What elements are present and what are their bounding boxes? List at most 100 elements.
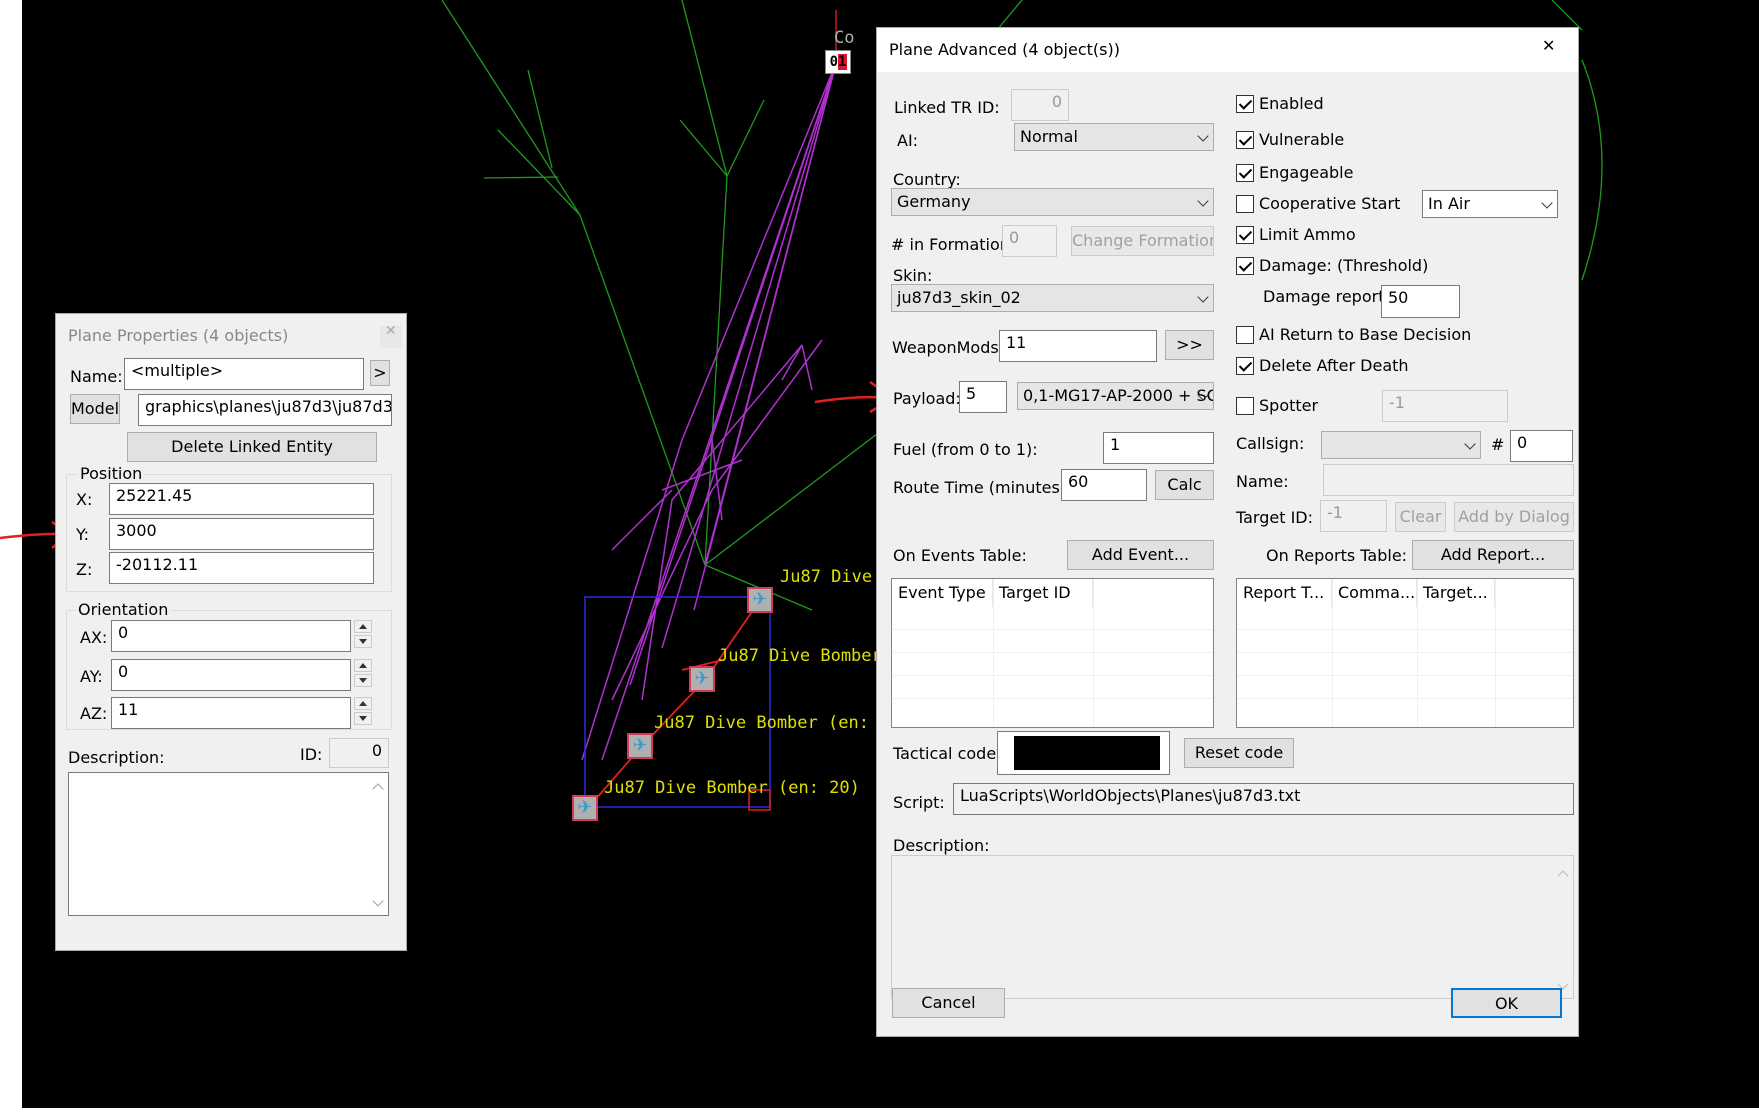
engageable-label: Engageable: [1259, 163, 1354, 182]
id-field[interactable]: 0: [329, 738, 389, 768]
engageable-checkbox[interactable]: [1236, 164, 1254, 182]
scroll-down-icon[interactable]: [372, 895, 384, 907]
clear-button[interactable]: Clear: [1395, 502, 1446, 532]
limit-ammo-label: Limit Ammo: [1259, 225, 1356, 244]
chevron-down-icon: [1197, 130, 1209, 142]
y-field[interactable]: 3000: [109, 518, 374, 550]
z-field[interactable]: -20112.11: [109, 552, 374, 584]
az-field[interactable]: 11: [111, 697, 351, 729]
payload-select-value: 0,1-MG17-AP-2000 + SC250: [1023, 386, 1213, 405]
cancel-button[interactable]: Cancel: [892, 988, 1005, 1018]
ok-button[interactable]: OK: [1451, 988, 1562, 1018]
tactical-code-field[interactable]: [997, 731, 1170, 775]
scroll-up-icon[interactable]: [1557, 870, 1569, 882]
name-field[interactable]: <multiple>: [124, 358, 364, 390]
change-formation-button[interactable]: Change Formation: [1071, 226, 1214, 256]
scroll-up-icon[interactable]: [372, 783, 384, 795]
callsign-number-field[interactable]: 0: [1510, 430, 1573, 462]
cooperative-start-label: Cooperative Start: [1259, 194, 1401, 213]
name-label: Name:: [70, 367, 123, 386]
ai-select[interactable]: Normal: [1014, 123, 1214, 151]
callsign-label: Callsign:: [1236, 434, 1305, 453]
country-label: Country:: [893, 170, 961, 189]
country-select-value: Germany: [897, 192, 971, 211]
add-report-button[interactable]: Add Report...: [1412, 540, 1574, 570]
ax-field[interactable]: 0: [111, 620, 351, 652]
description-label: Description:: [68, 748, 165, 767]
script-field[interactable]: LuaScripts\WorldObjects\Planes\ju87d3.tx…: [953, 783, 1574, 815]
reports-col-report-type[interactable]: Report T...: [1237, 579, 1332, 607]
reports-col-command[interactable]: Comma...: [1332, 579, 1417, 607]
ay-field[interactable]: 0: [111, 659, 351, 691]
spotter-checkbox[interactable]: [1236, 397, 1254, 415]
delete-after-death-checkbox[interactable]: [1236, 357, 1254, 375]
reports-col-target[interactable]: Target...: [1417, 579, 1495, 607]
spin-down-icon[interactable]: [354, 674, 372, 687]
enabled-checkbox[interactable]: [1236, 95, 1254, 113]
country-select[interactable]: Germany: [891, 188, 1214, 216]
vulnerable-checkbox[interactable]: [1236, 131, 1254, 149]
route-time-field[interactable]: 60: [1061, 469, 1147, 501]
in-formation-field[interactable]: 0: [1002, 225, 1057, 257]
target-id-field[interactable]: -1: [1320, 500, 1387, 532]
payload-select[interactable]: 0,1-MG17-AP-2000 + SC250: [1017, 382, 1214, 410]
description-textarea[interactable]: [891, 855, 1574, 999]
in-formation-label: # in Formation:: [891, 235, 1016, 254]
weaponmods-field[interactable]: 11: [999, 330, 1157, 362]
model-field[interactable]: graphics\planes\ju87d3\ju87d3.mgm: [138, 394, 392, 426]
callsign-select[interactable]: [1321, 431, 1481, 459]
ai-return-checkbox[interactable]: [1236, 326, 1254, 344]
chevron-down-icon: [1541, 197, 1553, 209]
reports-table[interactable]: Report T... Comma... Target...: [1236, 578, 1574, 728]
cooperative-start-select[interactable]: In Air: [1422, 190, 1558, 218]
skin-select[interactable]: ju87d3_skin_02: [891, 284, 1214, 312]
ai-label: AI:: [897, 131, 919, 150]
linked-tr-id-field[interactable]: 0: [1011, 89, 1069, 121]
on-reports-label: On Reports Table:: [1266, 546, 1408, 565]
linked-tr-id-label: Linked TR ID:: [894, 98, 1000, 117]
close-icon[interactable]: ✕: [1542, 36, 1555, 55]
weaponmods-button[interactable]: >>: [1165, 330, 1214, 360]
properties-close-button[interactable]: ✕: [380, 323, 402, 348]
ay-label: AY:: [80, 667, 103, 686]
spotter-label: Spotter: [1259, 396, 1319, 415]
skin-label: Skin:: [893, 266, 933, 285]
cooperative-start-checkbox[interactable]: [1236, 195, 1254, 213]
ay-spinner[interactable]: [354, 659, 372, 689]
spin-up-icon[interactable]: [354, 697, 372, 710]
events-col-target-id[interactable]: Target ID: [993, 579, 1093, 607]
calc-button[interactable]: Calc: [1155, 470, 1214, 500]
events-table[interactable]: Event Type Target ID: [891, 578, 1214, 728]
ax-spinner[interactable]: [354, 620, 372, 650]
add-event-button[interactable]: Add Event...: [1067, 540, 1214, 570]
reset-code-button[interactable]: Reset code: [1184, 738, 1294, 768]
damage-report-field[interactable]: 50: [1381, 285, 1460, 318]
spin-down-icon[interactable]: [354, 712, 372, 725]
add-by-dialog-button[interactable]: Add by Dialog: [1454, 502, 1574, 532]
delete-linked-entity-button[interactable]: Delete Linked Entity: [127, 432, 377, 462]
az-spinner[interactable]: [354, 697, 372, 727]
description-textarea[interactable]: [68, 772, 389, 916]
properties-titlebar[interactable]: Plane Properties (4 objects) ✕: [56, 314, 406, 358]
damage-threshold-label: Damage: (Threshold): [1259, 256, 1429, 275]
events-col-event-type[interactable]: Event Type: [892, 579, 993, 607]
spin-down-icon[interactable]: [354, 635, 372, 648]
model-button[interactable]: Model: [70, 394, 120, 424]
position-label: Position: [78, 464, 145, 483]
chevron-down-icon: [1197, 291, 1209, 303]
advanced-titlebar[interactable]: Plane Advanced (4 object(s)) ✕: [877, 28, 1578, 72]
name-field[interactable]: [1323, 464, 1574, 496]
spotter-field[interactable]: -1: [1382, 390, 1508, 422]
x-field[interactable]: 25221.45: [109, 483, 374, 515]
spin-up-icon[interactable]: [354, 620, 372, 633]
damage-report-label: Damage report:: [1263, 287, 1390, 306]
payload-field[interactable]: 5: [959, 381, 1007, 413]
limit-ammo-checkbox[interactable]: [1236, 226, 1254, 244]
target-id-label: Target ID:: [1236, 508, 1314, 527]
chevron-down-icon: [1464, 438, 1476, 450]
fuel-field[interactable]: 1: [1103, 432, 1214, 464]
name-expand-button[interactable]: >: [370, 360, 390, 386]
damage-threshold-checkbox[interactable]: [1236, 257, 1254, 275]
plane-properties-window: Plane Properties (4 objects) ✕ Name: <mu…: [56, 314, 406, 950]
spin-up-icon[interactable]: [354, 659, 372, 672]
